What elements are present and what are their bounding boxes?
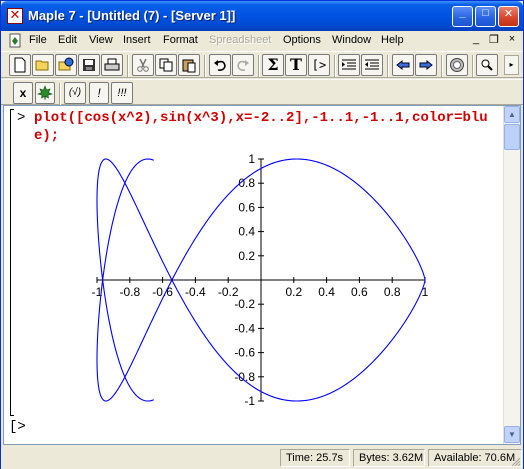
status-time: Time: 25.7s [280, 449, 350, 467]
zoom-icon[interactable] [476, 54, 498, 76]
y-tick-label: -1 [244, 394, 255, 408]
main-toolbar: Σ T [> ▸ [1, 51, 523, 78]
mdi-restore-button[interactable]: ❐ [486, 33, 502, 48]
indent-icon[interactable] [338, 54, 360, 76]
maple-leaf-icon[interactable] [35, 82, 55, 104]
menu-bar: File Edit View Insert Format Spreadsheet… [1, 31, 523, 51]
open-icon[interactable] [32, 54, 54, 76]
empty-prompt[interactable]: [> [9, 419, 26, 435]
menu-insert[interactable]: Insert [123, 34, 151, 46]
plot-region: -1 -0.8 -0.6 -0.4 -0.2 0.2 0.4 0.6 0.8 110.80.60.… [92, 152, 429, 408]
menu-edit[interactable]: Edit [58, 34, 77, 46]
menu-options[interactable]: Options [283, 34, 321, 46]
x-tick-label: -0.6 [152, 285, 173, 299]
scroll-thumb[interactable] [504, 124, 520, 150]
print-icon[interactable] [101, 54, 123, 76]
maple-app-icon[interactable]: ✕ [7, 8, 23, 24]
x-tick-label: -0.8 [119, 285, 140, 299]
sum-icon[interactable]: Σ [262, 54, 284, 76]
inert-text-icon[interactable]: x [13, 82, 33, 104]
toolbar-separator [258, 55, 260, 77]
vertical-scrollbar[interactable]: ▲ ▼ [503, 106, 520, 444]
x-tick-label: 0.4 [318, 285, 335, 299]
mdi-minimize-button[interactable]: _ [468, 33, 484, 48]
y-tick-label: 0.6 [238, 200, 255, 214]
app-window: ✕ Maple 7 - [Untitled (7) - [Server 1]] … [0, 0, 524, 469]
redo-icon[interactable] [232, 54, 254, 76]
toolbar-separator [334, 55, 336, 77]
minimize-button[interactable]: _ [452, 6, 473, 27]
scroll-down-button[interactable]: ▼ [504, 426, 520, 443]
y-tick-label: -0.4 [234, 321, 255, 335]
paste-icon[interactable] [178, 54, 200, 76]
maximize-button[interactable]: □ [475, 6, 496, 27]
stop-icon[interactable] [446, 54, 468, 76]
menu-format[interactable]: Format [163, 34, 198, 46]
toolbar-separator [127, 55, 129, 77]
forward-icon[interactable] [415, 54, 437, 76]
back-icon[interactable] [392, 54, 414, 76]
menu-help[interactable]: Help [381, 34, 404, 46]
title-bar[interactable]: ✕ Maple 7 - [Untitled (7) - [Server 1]] … [1, 1, 523, 31]
scroll-up-button[interactable]: ▲ [504, 106, 520, 123]
menu-view[interactable]: View [89, 34, 113, 46]
status-bytes: Bytes: 3.62M [353, 449, 425, 467]
text-icon[interactable]: T [285, 54, 307, 76]
x-tick-label: 0.2 [285, 285, 302, 299]
open-url-icon[interactable] [55, 54, 77, 76]
toolbar-separator [472, 55, 474, 77]
toolbar-separator [59, 83, 61, 105]
toolbar-separator [387, 55, 389, 77]
outdent-icon[interactable] [361, 54, 383, 76]
y-tick-label: -0.6 [234, 346, 255, 360]
execute-icon[interactable]: ! [89, 82, 109, 104]
execution-group-icon[interactable]: [> [308, 54, 330, 76]
undo-icon[interactable] [209, 54, 231, 76]
y-tick-label: -0.8 [234, 370, 255, 384]
document-icon[interactable] [7, 33, 23, 49]
menu-file[interactable]: File [29, 34, 47, 46]
toolbar-scroll-button[interactable]: ▸ [504, 55, 519, 75]
expression-icon[interactable]: (√) [64, 82, 86, 104]
x-tick-label: 0.6 [351, 285, 368, 299]
y-tick-label: 0.4 [238, 225, 255, 239]
menu-spreadsheet: Spreadsheet [209, 34, 272, 46]
status-available: Available: 70.6M [428, 449, 522, 467]
y-tick-label: -0.2 [234, 297, 255, 311]
worksheet[interactable]: > plot([cos(x^2),sin(x^3),x=-2..2],-1..1… [3, 105, 521, 445]
y-tick-label: 0.2 [238, 249, 255, 263]
copy-icon[interactable] [155, 54, 177, 76]
menu-window[interactable]: Window [332, 34, 371, 46]
x-tick-label: -0.4 [185, 285, 206, 299]
resize-grip-icon[interactable] [509, 455, 521, 467]
execute-all-icon[interactable]: !!! [111, 82, 133, 104]
new-icon[interactable] [9, 54, 31, 76]
status-bar: Time: 25.7s Bytes: 3.62M Available: 70.6… [1, 447, 523, 469]
close-button[interactable]: ✕ [498, 6, 519, 27]
x-tick-label: 0.8 [384, 285, 401, 299]
context-toolbar: x (√) ! !!! [1, 79, 523, 105]
mdi-close-button[interactable]: × [504, 33, 520, 48]
toolbar-separator [204, 55, 206, 77]
window-title: Maple 7 - [Untitled (7) - [Server 1]] [28, 8, 236, 23]
toolbar-separator [441, 55, 443, 77]
cut-icon[interactable] [132, 54, 154, 76]
y-tick-label: 1 [248, 152, 255, 166]
save-icon[interactable] [78, 54, 100, 76]
